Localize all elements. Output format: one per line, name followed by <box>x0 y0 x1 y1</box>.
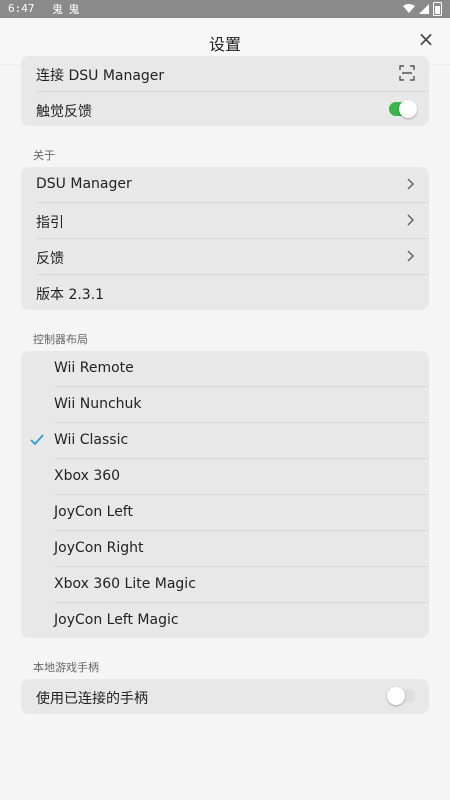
status-bar: 6:47 鬼 鬼 <box>0 0 450 18</box>
layout-option-label: JoyCon Left Magic <box>54 612 179 628</box>
chevron-right-icon <box>407 250 415 262</box>
version-label: 版本 2.3.1 <box>36 287 105 303</box>
about-item-dsu-manager[interactable]: DSU Manager <box>21 167 429 203</box>
layout-option[interactable]: Xbox 360 Lite Magic <box>21 567 429 603</box>
about-card: DSU Manager 指引 反馈 版本 2.3.1 <box>21 167 429 310</box>
toggle-knob <box>399 100 417 118</box>
layout-option-label: Xbox 360 <box>54 468 121 484</box>
layout-option-label: JoyCon Right <box>54 540 144 556</box>
wifi-icon <box>403 4 415 13</box>
connect-dsu-row[interactable]: 连接 DSU Manager <box>21 56 429 92</box>
layout-option[interactable]: JoyCon Right <box>21 531 429 567</box>
about-item-guide[interactable]: 指引 <box>21 203 429 239</box>
about-item-version: 版本 2.3.1 <box>21 275 429 310</box>
layout-section-title: 控制器布局 <box>33 333 88 346</box>
layout-option-label: Wii Nunchuk <box>54 396 142 412</box>
layout-option[interactable]: Wii Remote <box>21 351 429 387</box>
use-connected-gamepad-row[interactable]: 使用已连接的手柄 <box>21 679 429 714</box>
about-item-feedback[interactable]: 反馈 <box>21 239 429 275</box>
layout-option[interactable]: JoyCon Left <box>21 495 429 531</box>
chevron-right-icon <box>407 214 415 226</box>
signal-icon <box>419 4 429 14</box>
connection-card: 连接 DSU Manager 触觉反馈 <box>21 56 429 126</box>
connect-dsu-label: 连接 DSU Manager <box>36 68 165 84</box>
layout-option-label: Wii Classic <box>54 432 129 448</box>
about-item-label: 指引 <box>36 215 64 231</box>
scan-icon[interactable] <box>399 65 415 81</box>
haptic-feedback-row[interactable]: 触觉反馈 <box>21 92 429 126</box>
layout-option-label: Wii Remote <box>54 360 134 376</box>
status-time: 6:47 <box>8 2 35 15</box>
check-icon <box>30 434 44 446</box>
use-connected-gamepad-label: 使用已连接的手柄 <box>36 691 148 707</box>
use-connected-gamepad-toggle[interactable] <box>387 687 415 705</box>
layout-option-selected[interactable]: Wii Classic <box>21 423 429 459</box>
local-gamepad-card: 使用已连接的手柄 <box>21 679 429 714</box>
layout-option[interactable]: JoyCon Left Magic <box>21 603 429 638</box>
status-right <box>403 2 442 16</box>
layout-option-label: Xbox 360 Lite Magic <box>54 576 196 592</box>
layout-option[interactable]: Wii Nunchuk <box>21 387 429 423</box>
toggle-knob <box>387 687 405 705</box>
close-icon[interactable]: × <box>416 29 436 49</box>
local-gamepad-section-title: 本地游戏手柄 <box>33 661 99 674</box>
battery-icon <box>433 2 442 16</box>
haptic-feedback-label: 触觉反馈 <box>36 104 92 120</box>
chevron-right-icon <box>407 178 415 190</box>
layout-option[interactable]: Xbox 360 <box>21 459 429 495</box>
about-item-label: DSU Manager <box>36 176 132 192</box>
notification-icons: 鬼 鬼 <box>52 3 81 16</box>
about-item-label: 反馈 <box>36 251 64 267</box>
haptic-feedback-toggle[interactable] <box>389 100 417 118</box>
about-section-title: 关于 <box>33 149 55 162</box>
page-title: 设置 <box>208 35 241 54</box>
controller-layout-card: Wii Remote Wii Nunchuk Wii Classic Xbox … <box>21 351 429 638</box>
layout-option-label: JoyCon Left <box>54 504 133 520</box>
